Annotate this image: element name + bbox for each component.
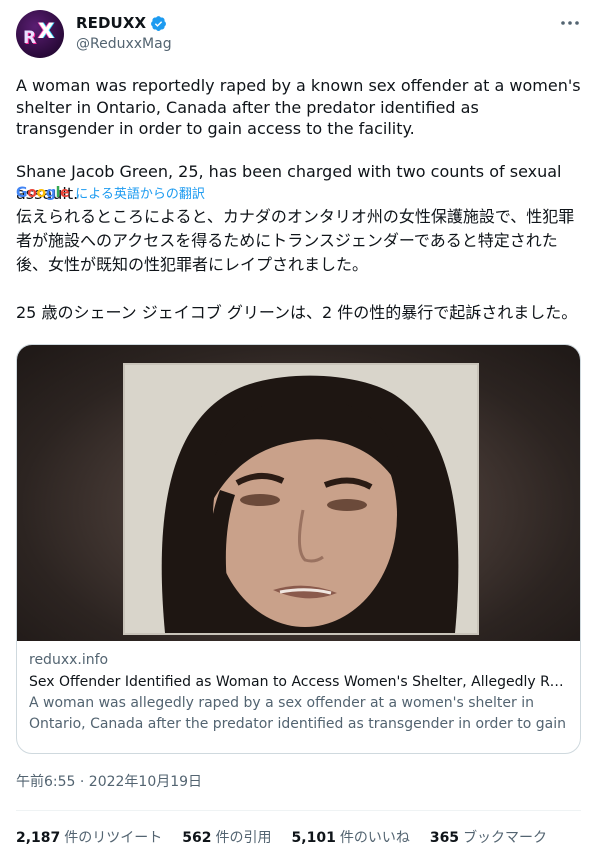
stat-quotes[interactable]: 562 件の引用 [182,827,271,847]
stat-value: 365 [429,830,460,846]
card-domain: reduxx.info [29,652,109,668]
divider [16,810,581,811]
google-logo: Google [16,184,70,201]
stat-value: 5,101 [291,830,336,846]
more-options-icon[interactable] [559,14,581,32]
card-text: reduxx.info Sex Offender Identified as W… [29,650,569,735]
stat-label: 件の引用 [215,830,272,846]
translated-text: 伝えられるところによると、カナダのオンタリオ州の女性保護施設で、性犯罪者が施設へ… [16,207,578,322]
stat-retweets[interactable]: 2,187 件のリツイート [16,827,162,847]
card-description: A woman was allegedly raped by a sex off… [29,695,566,732]
card-image[interactable] [17,345,580,641]
mugshot-photo [123,363,479,635]
engagement-stats: 2,187 件のリツイート 562 件の引用 5,101 件のいいね 365 ブックマー… [16,827,567,847]
avatar-letter-r: R [23,28,37,48]
stat-likes[interactable]: 5,101 件のいいね [292,827,410,847]
stat-value: 562 [182,830,212,846]
avatar-letter-x: X [38,19,55,43]
tweet-timestamp[interactable]: 午前6:55 · 2022年10月19日 [16,771,202,791]
avatar[interactable]: R X [16,10,64,58]
stat-value: 2,187 [16,830,61,846]
mugshot-illustration [125,365,477,633]
author-handle[interactable]: @ReduxxMag [76,36,172,52]
card-title[interactable]: Sex Offender Identified as Woman to Acce… [29,672,569,692]
translation-attribution[interactable]: Google による英語からの翻訳 [16,183,205,203]
stat-label: ブックマーク [463,830,548,846]
stat-label: 件のいいね [339,830,410,846]
author-name-line[interactable]: REDUXX [76,14,167,32]
stat-bookmarks[interactable]: 365 ブックマーク [430,827,547,847]
tweet-header: R X REDUXX @ReduxxMag [16,10,581,58]
translation-label[interactable]: による英語からの翻訳 [75,183,205,202]
stat-label: 件のリツイート [64,830,163,846]
link-preview-card[interactable]: reduxx.info Sex Offender Identified as W… [16,344,581,754]
verified-badge-icon [151,15,167,31]
author-display-name[interactable]: REDUXX [76,14,146,32]
